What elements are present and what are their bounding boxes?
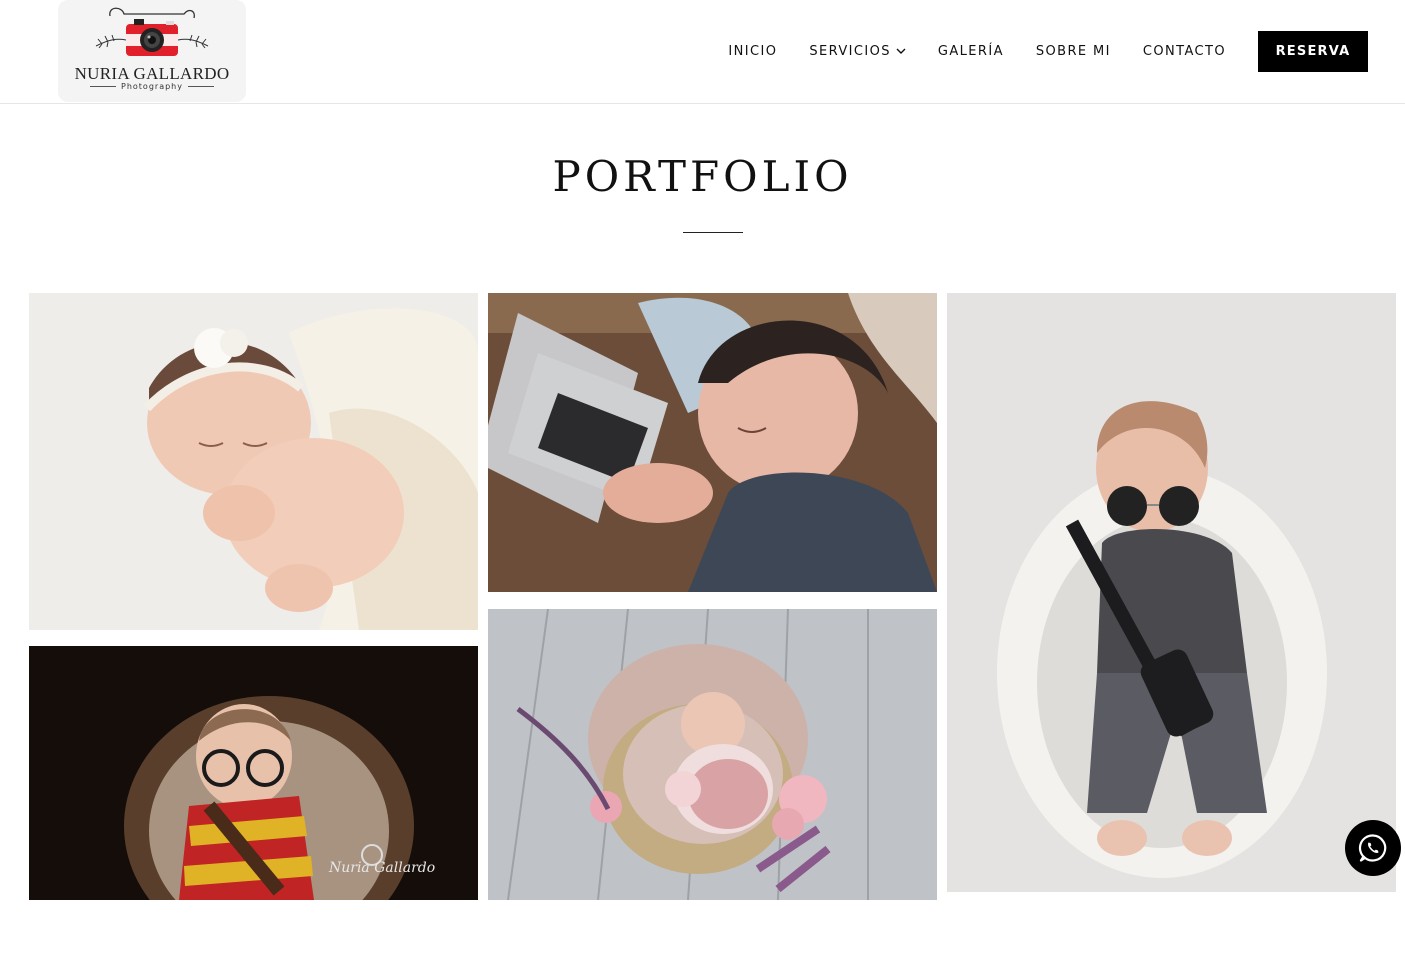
- nav-item-label: CONTACTO: [1142, 44, 1226, 59]
- logo-subtitle: Photography: [58, 82, 246, 91]
- nav-item-sobre-mi[interactable]: SOBRE MI: [1036, 44, 1111, 59]
- nav-item-inicio[interactable]: INICIO: [728, 44, 777, 59]
- gallery-photo[interactable]: [488, 609, 937, 900]
- photo-newborn-basket-flowers: [488, 609, 937, 900]
- chevron-down-icon: [896, 44, 906, 59]
- gallery-photo[interactable]: [29, 293, 478, 630]
- whatsapp-button[interactable]: [1345, 820, 1401, 876]
- nav-item-contacto[interactable]: CONTACTO: [1143, 44, 1226, 59]
- site-logo[interactable]: NURIA GALLARDO Photography: [58, 0, 246, 102]
- whatsapp-icon: [1358, 834, 1387, 862]
- nav-item-label: GALERÍA: [937, 44, 1004, 59]
- photo-newborn-sunglasses-guitar: [947, 293, 1396, 892]
- camera-logo-icon: [95, 7, 209, 56]
- nav-item-servicios[interactable]: SERVICIOS: [809, 44, 906, 59]
- photo-newborn-glasses-scarf: Nuria Gallardo: [29, 646, 478, 900]
- nav-item-label: SOBRE MI: [1035, 44, 1111, 59]
- logo-name: NURIA GALLARDO: [74, 64, 230, 83]
- nav-item-label: SERVICIOS: [809, 44, 891, 59]
- gallery-photo[interactable]: Nuria Gallardo: [29, 646, 478, 900]
- nav-item-label: INICIO: [728, 44, 778, 59]
- page-title: PORTFOLIO: [552, 152, 853, 201]
- site-header: NURIA GALLARDO Photography INICIO SERVIC…: [0, 0, 1405, 104]
- reserva-button[interactable]: RESERVA: [1258, 31, 1368, 72]
- photo-newborn-laptop: [488, 293, 937, 592]
- main-nav: INICIO SERVICIOS GALERÍA SOBRE MI CONTAC…: [696, 31, 1368, 72]
- photo-watermark: Nuria Gallardo: [328, 860, 435, 876]
- title-divider: [683, 232, 743, 233]
- nav-item-galeria[interactable]: GALERÍA: [938, 44, 1004, 59]
- gallery-photo[interactable]: [488, 293, 937, 592]
- gallery-photo[interactable]: [947, 293, 1396, 892]
- photo-newborn-flower-headband: [29, 293, 478, 630]
